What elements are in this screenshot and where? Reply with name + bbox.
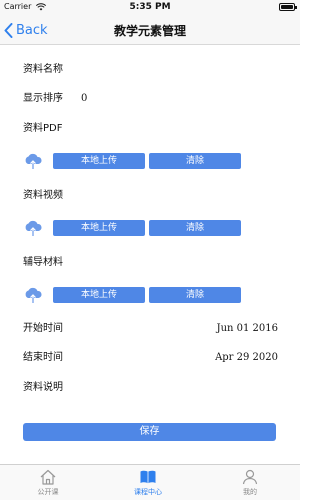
pdf-upload-row: 本地上传 清除 (23, 152, 273, 170)
tab-public-course[interactable]: 公开课 (18, 469, 78, 497)
aux-label: 辅导材料 (23, 257, 63, 268)
tab-label: 我的 (243, 488, 257, 496)
name-label: 资料名称 (23, 64, 63, 75)
aux-upload-local-button[interactable]: 本地上传 (53, 287, 145, 303)
end-time-value[interactable]: Apr 29 2020 (215, 351, 278, 365)
order-label: 显示排序 (23, 93, 63, 104)
navigation-bar: Back 教学元素管理 (0, 15, 300, 45)
name-row[interactable]: 资料名称 (23, 63, 278, 77)
order-row[interactable]: 显示排序 0 (23, 92, 278, 106)
tab-bar: 公开课 课程中心 我的 (0, 464, 300, 500)
start-time-label: 开始时间 (23, 323, 63, 334)
start-time-row[interactable]: 开始时间 Jun 01 2016 (23, 322, 278, 336)
aux-row: 辅导材料 (23, 256, 278, 270)
end-time-label: 结束时间 (23, 352, 63, 363)
tab-label: 课程中心 (134, 488, 162, 496)
video-row: 资料视频 (23, 189, 278, 203)
order-value[interactable]: 0 (81, 92, 87, 106)
tab-mine[interactable]: 我的 (220, 469, 280, 497)
pdf-row: 资料PDF (23, 122, 278, 136)
aux-upload-row: 本地上传 清除 (23, 286, 273, 304)
tab-label: 公开课 (37, 488, 59, 496)
end-time-row[interactable]: 结束时间 Apr 29 2020 (23, 351, 278, 365)
page-title: 教学元素管理 (113, 24, 186, 38)
status-time: 5:35 PM (129, 2, 171, 12)
home-icon (40, 469, 56, 485)
pdf-upload-local-button[interactable]: 本地上传 (53, 153, 145, 169)
video-clear-button[interactable]: 清除 (149, 220, 241, 236)
video-upload-local-button[interactable]: 本地上传 (53, 220, 145, 236)
pdf-label: 资料PDF (23, 123, 63, 134)
video-upload-row: 本地上传 清除 (23, 219, 273, 237)
save-button[interactable]: 保存 (23, 423, 276, 441)
book-icon (140, 470, 156, 484)
aux-clear-button[interactable]: 清除 (149, 287, 241, 303)
video-label: 资料视频 (23, 190, 63, 201)
description-label: 资料说明 (23, 382, 63, 393)
cloud-upload-icon (25, 153, 42, 169)
tab-course-center[interactable]: 课程中心 (118, 469, 178, 497)
battery-icon (279, 3, 297, 11)
cloud-upload-icon (25, 287, 42, 303)
status-bar: Carrier 5:35 PM (0, 0, 300, 15)
pdf-clear-button[interactable]: 清除 (149, 153, 241, 169)
description-row[interactable]: 资料说明 (23, 381, 278, 395)
person-icon (242, 469, 258, 485)
start-time-value[interactable]: Jun 01 2016 (217, 322, 278, 336)
cloud-upload-icon (25, 220, 42, 236)
form-content: 资料名称 显示排序 0 资料PDF 本地上传 清除 资料视频 本地上传 清除 辅… (0, 46, 300, 464)
